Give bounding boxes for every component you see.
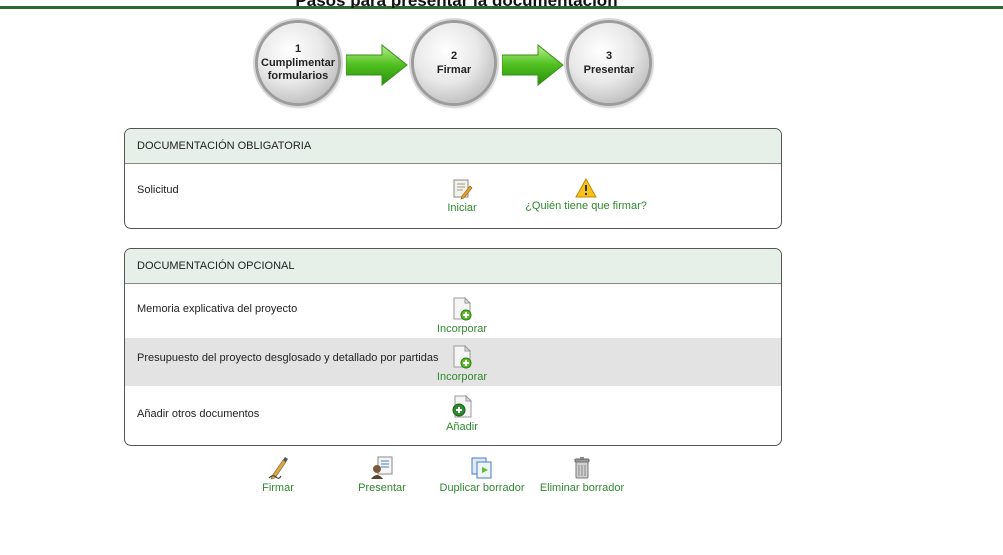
add-document-icon	[453, 297, 472, 321]
step-1-label-line2: formularios	[267, 70, 329, 82]
duplicate-draft-label: Duplicar borrador	[439, 482, 525, 494]
mandatory-docs-panel: DOCUMENTACIÓN OBLIGATORIA Solicitud Inic…	[124, 128, 782, 229]
arrow-right-icon	[502, 44, 564, 86]
step-3-number: 3	[605, 49, 613, 62]
start-form-button[interactable]: Iniciar	[407, 178, 517, 214]
delete-draft-button[interactable]: Eliminar borrador	[527, 456, 637, 494]
who-must-sign-link[interactable]: ¿Quién tiene que firmar?	[525, 178, 647, 212]
doc-row-label: Solicitud	[137, 184, 179, 196]
submit-label: Presentar	[358, 482, 406, 494]
optional-docs-header: DOCUMENTACIÓN OPCIONAL	[125, 249, 781, 284]
step-2-number: 2	[450, 49, 458, 62]
page-title: Pasos para presentar la documentación	[0, 0, 1003, 8]
arrow-right-icon	[346, 44, 408, 86]
doc-row-label: Memoria explicativa del proyecto	[137, 303, 298, 315]
doc-row-otros: Añadir otros documentos Añadir	[125, 386, 781, 444]
step-3-circle: 3 Presentar	[569, 23, 649, 103]
step-1-label-line1: Cumplimentar	[261, 57, 335, 69]
add-other-documents-button[interactable]: Añadir	[407, 395, 517, 433]
step-3-label: Presentar	[583, 63, 635, 76]
submit-button[interactable]: Presentar	[327, 456, 437, 494]
doc-row-memoria: Memoria explicativa del proyecto Incorpo…	[125, 284, 781, 338]
add-document-icon	[453, 345, 472, 369]
form-edit-icon	[453, 179, 473, 200]
incorporate-label: Incorporar	[436, 371, 488, 383]
delete-draft-label: Eliminar borrador	[539, 482, 625, 494]
incorporate-presupuesto-button[interactable]: Incorporar	[407, 345, 517, 383]
duplicate-draft-button[interactable]: Duplicar borrador	[427, 456, 537, 494]
doc-row-label: Presupuesto del proyecto desglosado y de…	[137, 352, 439, 364]
incorporate-label: Incorporar	[436, 323, 488, 335]
step-1-circle: 1 Cumplimentar formularios	[258, 23, 338, 103]
page-title-text: Pasos para presentar la documentación	[295, 0, 617, 8]
doc-row-presupuesto: Presupuesto del proyecto desglosado y de…	[125, 338, 781, 386]
add-label: Añadir	[446, 421, 478, 433]
optional-docs-panel: DOCUMENTACIÓN OPCIONAL Memoria explicati…	[124, 248, 782, 446]
doc-row-label: Añadir otros documentos	[137, 408, 260, 420]
duplicate-icon	[471, 457, 492, 479]
step-2-circle: 2 Firmar	[414, 23, 494, 103]
sign-button[interactable]: Firmar	[223, 456, 333, 494]
incorporate-memoria-button[interactable]: Incorporar	[407, 297, 517, 335]
submit-document-icon	[371, 456, 393, 479]
step-1-number: 1	[294, 43, 302, 55]
mandatory-docs-header: DOCUMENTACIÓN OBLIGATORIA	[125, 129, 781, 164]
trash-icon	[574, 457, 590, 479]
pen-sign-icon	[268, 457, 288, 480]
step-2-label: Firmar	[436, 63, 472, 76]
add-document-icon	[452, 395, 473, 418]
start-form-label: Iniciar	[447, 202, 477, 214]
doc-row-solicitud: Solicitud Iniciar ¿Quién tiene que firma…	[125, 164, 781, 228]
who-must-sign-label: ¿Quién tiene que firmar?	[525, 200, 647, 212]
sign-label: Firmar	[262, 482, 294, 494]
warning-icon	[575, 178, 597, 198]
